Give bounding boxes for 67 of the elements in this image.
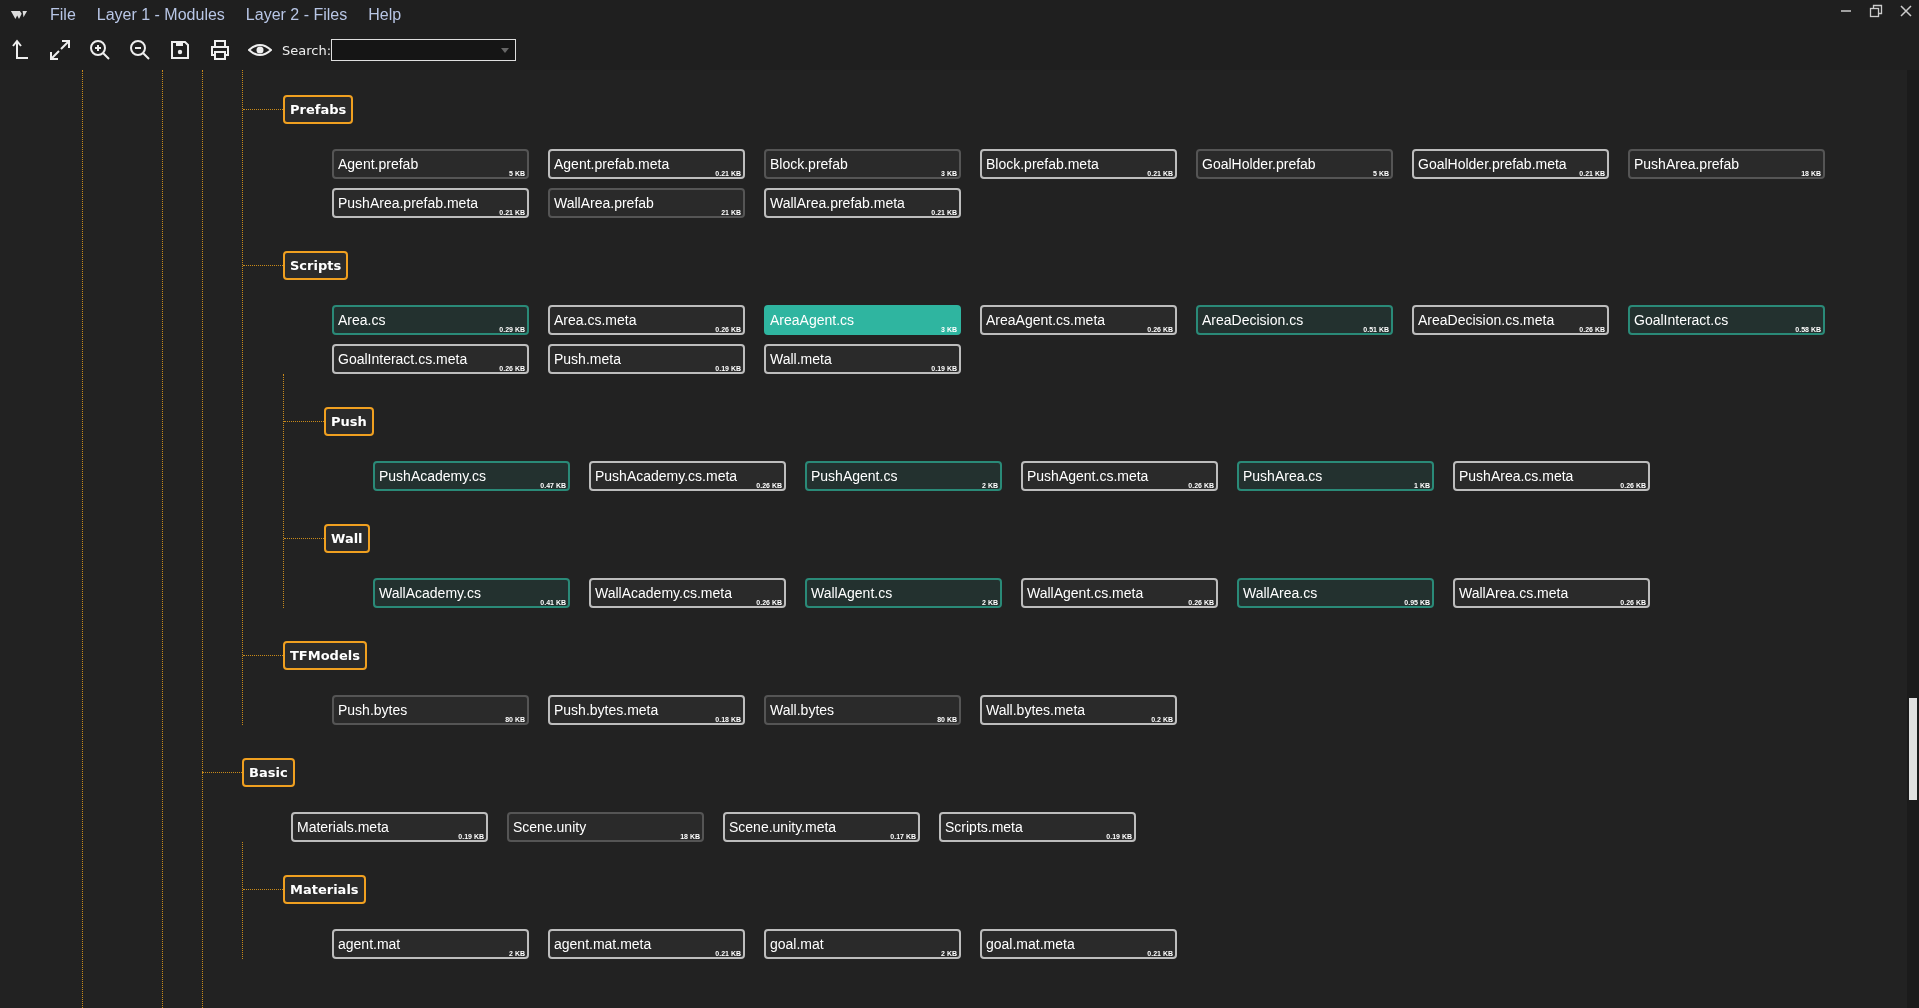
restore-icon[interactable] (1869, 4, 1883, 18)
file-name: Agent.prefab.meta (553, 156, 670, 172)
file-name: Wall.bytes (769, 702, 835, 718)
scrollbar-thumb[interactable] (1909, 698, 1917, 800)
file-name: GoalHolder.prefab (1201, 156, 1316, 172)
folder-node[interactable]: Wall (324, 524, 370, 553)
file-name: AreaDecision.cs (1201, 312, 1304, 328)
file-name: Push.bytes (337, 702, 408, 718)
dropdown-caret-icon[interactable] (501, 47, 510, 53)
file-name: PushArea.cs (1242, 468, 1323, 484)
file-name: PushAgent.cs (810, 468, 898, 484)
file-name: PushArea.prefab (1633, 156, 1740, 172)
file-name: AreaAgent.cs (769, 312, 855, 328)
file-name: WallArea.prefab (553, 195, 654, 211)
file-name: GoalInteract.cs (1633, 312, 1729, 328)
file-name: Scene.unity.meta (728, 819, 837, 835)
file-name: WallAcademy.cs.meta (594, 585, 732, 601)
file-name: Scene.unity (512, 819, 587, 835)
file-name: GoalHolder.prefab.meta (1417, 156, 1567, 172)
zoom-out-icon[interactable] (128, 38, 152, 62)
file-name: Push.bytes.meta (553, 702, 659, 718)
print-icon[interactable] (208, 38, 232, 62)
file-name: Block.prefab.meta (985, 156, 1099, 172)
file-name: Agent.prefab (337, 156, 419, 172)
file-name: Block.prefab (769, 156, 848, 172)
file-name: agent.mat.meta (553, 936, 652, 952)
file-name: PushAgent.cs.meta (1026, 468, 1149, 484)
search-label: Search: (282, 42, 332, 58)
menu-item[interactable]: File (50, 6, 76, 24)
file-name: Materials.meta (296, 819, 389, 835)
file-name: WallAgent.cs.meta (1026, 585, 1144, 601)
file-name: AreaAgent.cs.meta (985, 312, 1106, 328)
folder-node[interactable]: Prefabs (283, 95, 354, 124)
file-name: PushArea.prefab.meta (337, 195, 479, 211)
search-field[interactable] (331, 39, 517, 61)
logo-icon (10, 9, 28, 21)
menu-item[interactable]: Layer 1 - Modules (96, 6, 225, 24)
file-name: Area.cs.meta (553, 312, 637, 328)
file-name: Wall.meta (769, 351, 832, 367)
file-name: AreaDecision.cs.meta (1417, 312, 1555, 328)
close-icon[interactable] (1899, 4, 1913, 18)
file-name: PushAcademy.cs.meta (594, 468, 738, 484)
file-name: Wall.bytes.meta (985, 702, 1086, 718)
file-name: goal.mat (769, 936, 824, 952)
file-name: PushArea.cs.meta (1458, 468, 1574, 484)
file-name: WallArea.prefab.meta (769, 195, 905, 211)
file-name: PushAcademy.cs (378, 468, 487, 484)
folder-node[interactable]: TFModels (283, 641, 367, 670)
folder-node[interactable]: Basic (242, 758, 295, 787)
file-name: Scripts.meta (944, 819, 1023, 835)
zoom-in-icon[interactable] (88, 38, 112, 62)
save-icon[interactable] (168, 38, 192, 62)
file-name: goal.mat.meta (985, 936, 1075, 952)
file-name: agent.mat (337, 936, 401, 952)
file-name: WallArea.cs.meta (1458, 585, 1569, 601)
menu-item[interactable]: Help (368, 6, 402, 24)
file-name: Push.meta (553, 351, 621, 367)
folder-node[interactable]: Scripts (283, 251, 349, 280)
file-name: WallAcademy.cs (378, 585, 481, 601)
file-name: WallAgent.cs (810, 585, 893, 601)
file-name: Area.cs (337, 312, 386, 328)
file-name: GoalInteract.cs.meta (337, 351, 468, 367)
folder-node[interactable]: Push (324, 407, 374, 436)
file-name: WallArea.cs (1242, 585, 1318, 601)
menu-item[interactable]: Layer 2 - Files (245, 6, 348, 24)
expand-icon[interactable] (48, 38, 72, 62)
folder-node[interactable]: Materials (283, 875, 366, 904)
